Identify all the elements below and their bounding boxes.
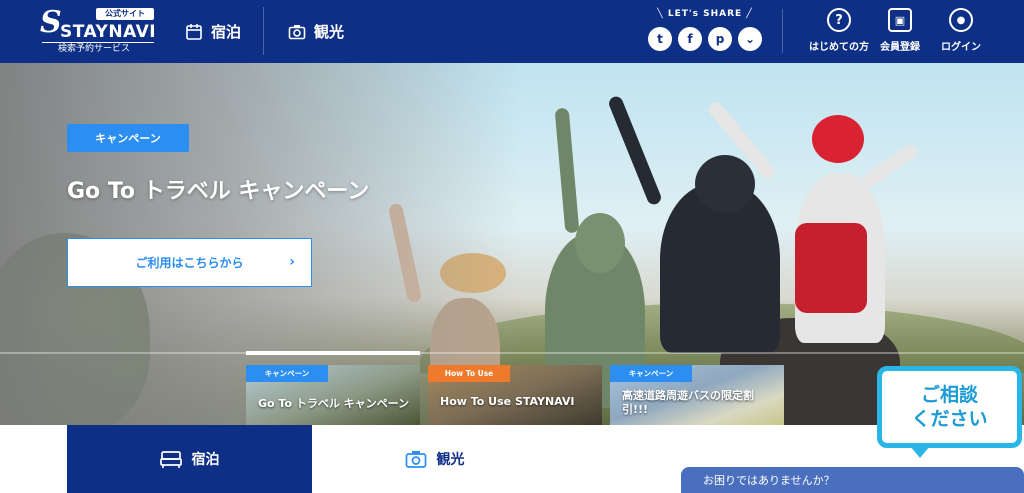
slider-progress — [246, 351, 420, 355]
hero-person-2-arm — [554, 107, 580, 234]
chat-support-bar[interactable]: お困りではありませんか？ — [681, 467, 1024, 493]
pinterest-icon[interactable]: p — [708, 27, 732, 51]
hero-person-3-arm — [606, 94, 664, 207]
first-time-link[interactable]: ? はじめての方 — [804, 8, 874, 53]
twitter-icon[interactable]: t — [648, 27, 672, 51]
nav-item-stay[interactable]: 宿泊 — [185, 0, 241, 63]
nav-item-label: 観光 — [314, 23, 345, 41]
facebook-icon[interactable]: f — [678, 27, 702, 51]
thumbnail-tag: How To Use — [428, 365, 510, 382]
nav-divider — [263, 7, 264, 55]
logo-divider — [42, 42, 154, 43]
thumbnail-tag: キャンペーン — [246, 365, 328, 382]
member-register-label: 会員登録 — [880, 42, 920, 53]
login-link[interactable]: ● ログイン — [926, 8, 996, 53]
nav-item-sightseeing[interactable]: 観光 — [288, 0, 344, 63]
chat-support-label: お困りではありませんか？ — [703, 474, 835, 487]
consult-bubble[interactable]: ご相談 ください — [877, 366, 1022, 448]
tab-sightseeing-label: 観光 — [436, 452, 465, 468]
hero-banner: キャンペーン Go To トラベル キャンペーン ご利用はこちらから › キャン… — [0, 63, 1024, 425]
bed-icon — [159, 451, 182, 468]
tab-stay[interactable]: 宿泊 — [67, 425, 312, 493]
logo-name: STAYNAVI — [60, 22, 157, 42]
member-register-link[interactable]: ▣ 会員登録 — [865, 8, 935, 53]
question-icon: ? — [827, 8, 851, 32]
chevron-right-icon: › — [289, 254, 295, 270]
header-divider — [782, 9, 783, 53]
share-buttons: t f p ⌄ — [648, 27, 762, 51]
logo-subtitle: 検索予約サービス — [58, 44, 131, 54]
share-label: ╲ LET's SHARE ╱ — [657, 9, 753, 19]
thumbnail-goto-campaign[interactable]: キャンペーン Go To トラベル キャンペーン — [246, 365, 420, 425]
use-here-label: ご利用はこちらから — [135, 256, 244, 270]
thumbnail-title: 高速道路周遊バスの限定割引!!! — [622, 389, 754, 416]
site-header: S 公式サイト STAYNAVI 検索予約サービス 宿泊 観光 ╲ LET's … — [0, 0, 1024, 63]
member-card-icon: ▣ — [888, 8, 912, 32]
thumbnail-title: Go To トラベル キャンペーン — [258, 397, 410, 410]
thumbnail-expressway-bus[interactable]: キャンペーン 高速道路周遊バスの限定割引!!! — [610, 365, 784, 425]
hero-title: Go To トラベル キャンペーン — [67, 179, 370, 204]
staynavi-logo[interactable]: S 公式サイト STAYNAVI 検索予約サービス — [40, 6, 158, 58]
use-here-button[interactable]: ご利用はこちらから › — [67, 238, 312, 287]
nav-item-label: 宿泊 — [211, 23, 242, 41]
slider-track — [0, 352, 1024, 354]
camera-icon — [405, 451, 426, 468]
consult-line-2: ください — [911, 408, 988, 430]
user-icon: ● — [949, 8, 973, 32]
first-time-label: はじめての方 — [809, 42, 869, 53]
camera-icon — [288, 24, 306, 39]
calendar-icon — [186, 23, 202, 40]
consult-line-1: ご相談 — [920, 384, 978, 406]
campaign-tag: キャンペーン — [67, 124, 189, 152]
thumbnail-tag: キャンペーン — [610, 365, 692, 382]
hero-person-4-arm — [854, 142, 920, 194]
pocket-icon[interactable]: ⌄ — [738, 27, 762, 51]
hero-person-4-backpack — [795, 223, 867, 313]
tab-sightseeing[interactable]: 観光 — [312, 425, 557, 493]
thumbnail-how-to-use[interactable]: How To Use How To Use STAYNAVI — [428, 365, 602, 425]
thumbnail-title: How To Use STAYNAVI — [440, 395, 575, 408]
hero-person-2-hood — [575, 213, 625, 273]
logo-s-glyph: S — [40, 5, 62, 40]
consult-bubble-tail — [910, 446, 930, 458]
logo-badge: 公式サイト — [96, 8, 154, 20]
tab-stay-label: 宿泊 — [191, 452, 220, 468]
hero-person-4-beanie — [812, 115, 864, 163]
hero-person-3-hood — [695, 155, 755, 213]
login-label: ログイン — [941, 42, 981, 53]
